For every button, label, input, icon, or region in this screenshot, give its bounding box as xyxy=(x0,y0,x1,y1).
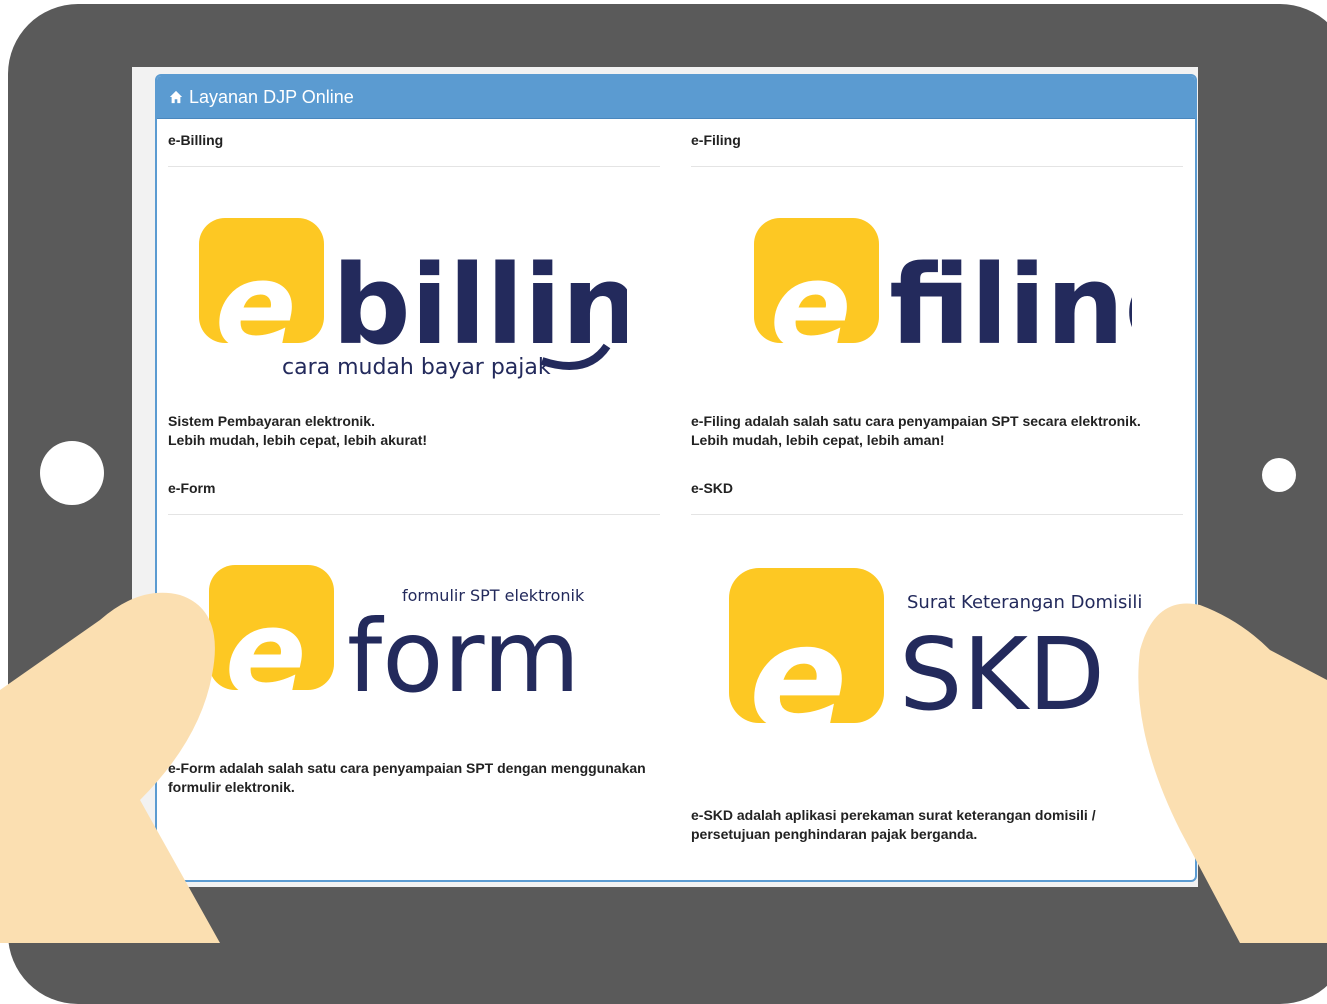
home-icon xyxy=(169,90,183,104)
services-panel: Layanan DJP Online e-Billing e billing c… xyxy=(155,74,1197,882)
efiling-description: e-Filing adalah salah satu cara penyampa… xyxy=(691,413,1141,448)
svg-text:filing: filing xyxy=(889,241,1132,366)
tablet-screen: Layanan DJP Online e-Billing e billing c… xyxy=(132,67,1198,887)
service-ebilling: e-Billing xyxy=(168,130,660,167)
ebilling-logo[interactable]: e billing cara mudah bayar pajak xyxy=(197,216,627,386)
divider xyxy=(691,514,1183,515)
svg-text:e: e xyxy=(770,238,851,366)
right-hand xyxy=(1138,603,1327,943)
service-title-ebilling[interactable]: e-Billing xyxy=(168,130,660,156)
service-title-efiling[interactable]: e-Filing xyxy=(691,130,1183,156)
tablet-left-button xyxy=(40,441,104,505)
svg-text:form: form xyxy=(347,598,580,703)
svg-text:billing: billing xyxy=(332,241,627,369)
svg-text:cara mudah bayar pajak: cara mudah bayar pajak xyxy=(282,355,551,380)
service-title-eskd[interactable]: e-SKD xyxy=(691,478,1183,504)
ebilling-description: Sistem Pembayaran elektronik. Lebih muda… xyxy=(168,413,428,448)
divider xyxy=(691,166,1183,167)
tablet-camera xyxy=(1262,458,1296,492)
left-hand xyxy=(0,500,220,943)
svg-text:e: e xyxy=(749,594,847,726)
svg-text:SKD: SKD xyxy=(899,616,1105,726)
svg-text:Surat Keterangan Domisili: Surat Keterangan Domisili xyxy=(907,592,1142,613)
divider xyxy=(168,166,660,167)
eskd-logo[interactable]: e Surat Keterangan Domisili SKD xyxy=(727,566,1157,726)
service-eskd: e-SKD xyxy=(691,478,1183,515)
eform-logo[interactable]: e formulir SPT elektronik form xyxy=(207,563,627,703)
efiling-logo[interactable]: e filing xyxy=(752,216,1132,366)
panel-title: Layanan DJP Online xyxy=(189,86,354,107)
eskd-description: e-SKD adalah aplikasi perekaman surat ke… xyxy=(691,807,1096,842)
panel-header: Layanan DJP Online xyxy=(157,76,1195,119)
service-efiling: e-Filing xyxy=(691,130,1183,167)
